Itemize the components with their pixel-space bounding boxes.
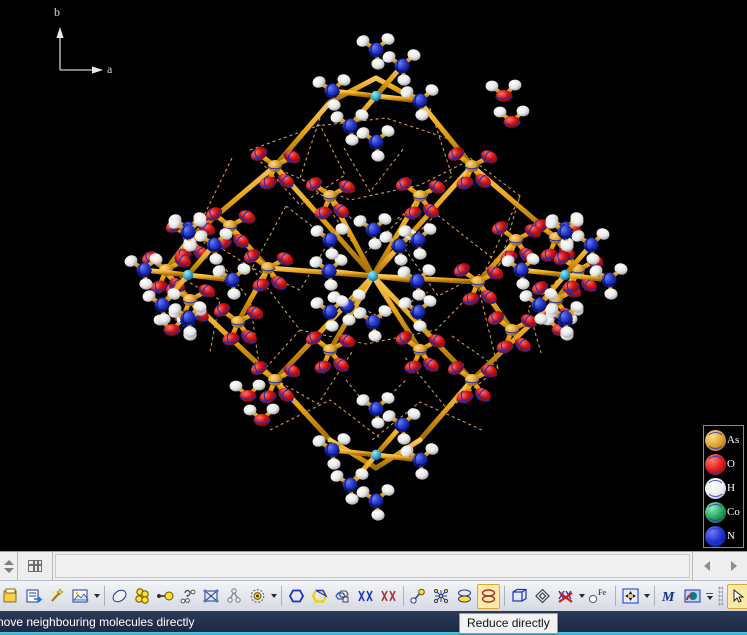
legend-item-h: H — [705, 476, 743, 500]
select-tool-button[interactable] — [727, 584, 747, 609]
reduce-directly-button[interactable] — [477, 584, 500, 609]
sphere-n-icon — [705, 526, 726, 547]
sphere-h-icon — [705, 478, 726, 499]
element-fe-button[interactable]: Fe — [587, 585, 611, 608]
fragment-button[interactable] — [224, 585, 245, 608]
history-spinner[interactable] — [0, 552, 18, 580]
main-toolbar: Fe M — [0, 580, 747, 611]
toolbar-separator — [654, 586, 655, 606]
target-button[interactable] — [247, 585, 268, 608]
spheres-button[interactable] — [132, 585, 153, 608]
cross-pattern-red-button[interactable] — [378, 585, 399, 608]
stack-rings-button[interactable] — [332, 585, 353, 608]
sphere-co-icon — [705, 502, 726, 523]
toolbar-separator — [615, 586, 616, 606]
chevron-down-icon — [579, 594, 585, 598]
tooltip-text: Reduce directly — [467, 616, 550, 630]
overflow-line-icon — [706, 593, 713, 594]
legend-label-as: As — [727, 435, 739, 446]
axis-label-b: b — [54, 5, 60, 20]
status-bar: nove neighbouring molecules directly — [0, 611, 747, 632]
magic-wand-button[interactable] — [47, 585, 68, 608]
command-bar — [0, 551, 747, 580]
command-input[interactable] — [55, 554, 690, 578]
status-message: nove neighbouring molecules directly — [0, 615, 194, 629]
cross-pattern-blue-button[interactable] — [355, 585, 376, 608]
grid-view-button[interactable] — [18, 552, 53, 580]
remove-symmetry-dropdown[interactable] — [577, 585, 586, 608]
open-file-button[interactable] — [1, 585, 22, 608]
svg-text:M: M — [661, 590, 675, 604]
command-nav-arrows[interactable] — [692, 552, 747, 580]
query-atoms-button[interactable] — [178, 585, 199, 608]
remove-symmetry-button[interactable] — [555, 585, 576, 608]
hexagon-blue-button[interactable] — [286, 585, 307, 608]
navigate-button[interactable] — [620, 585, 641, 608]
svg-text:Fe: Fe — [598, 588, 606, 597]
picture-dropdown[interactable] — [92, 585, 101, 608]
tooltip: Reduce directly — [459, 613, 558, 634]
navigate-dropdown[interactable] — [642, 585, 651, 608]
legend-label-h: H — [727, 483, 735, 494]
export-button[interactable] — [24, 585, 45, 608]
symmetry-button[interactable] — [532, 585, 553, 608]
legend-label-co: Co — [727, 507, 740, 518]
toolbar-separator — [504, 586, 505, 606]
mask-button[interactable]: M — [659, 585, 680, 608]
ellipsoid-button[interactable] — [109, 585, 130, 608]
ball-stick-button[interactable] — [155, 585, 176, 608]
grow-button[interactable] — [408, 585, 429, 608]
toolbar-grip[interactable] — [718, 586, 723, 606]
unit-cell-button[interactable] — [509, 585, 530, 608]
molecule-3d-viewport[interactable]: b a As O H Co N — [0, 0, 747, 551]
toolbar-overflow-button[interactable] — [704, 585, 715, 608]
colour-scheme-button[interactable] — [682, 585, 703, 608]
spinner-down-icon[interactable] — [4, 568, 14, 573]
nav-forward-icon[interactable] — [731, 561, 737, 571]
application-window: b a As O H Co N — [0, 0, 747, 635]
chevron-down-icon — [94, 594, 100, 598]
sphere-as-icon — [705, 430, 726, 451]
spinner-up-icon[interactable] — [4, 560, 14, 565]
nav-back-icon[interactable] — [704, 561, 710, 571]
crystal-axis-indicator: b a — [40, 8, 150, 83]
toolbar-separator — [403, 586, 404, 606]
axis-label-a: a — [107, 62, 112, 77]
sphere-o-icon — [705, 454, 726, 475]
toolbar-separator — [281, 586, 282, 606]
chevron-down-icon — [271, 594, 277, 598]
legend-item-as: As — [705, 428, 743, 452]
hexagon-yellow-button[interactable] — [309, 585, 330, 608]
pack-button[interactable] — [431, 585, 452, 608]
legend-label-n: N — [727, 531, 735, 542]
legend-item-co: Co — [705, 500, 743, 524]
grid-icon — [28, 560, 42, 572]
picture-button[interactable] — [70, 585, 91, 608]
legend-item-n: N — [705, 524, 743, 548]
legend-label-o: O — [727, 459, 735, 470]
chevron-down-icon — [644, 594, 650, 598]
element-legend: As O H Co N — [703, 425, 744, 548]
reduce-button[interactable] — [454, 585, 475, 608]
toolbar-separator — [104, 586, 105, 606]
target-dropdown[interactable] — [269, 585, 278, 608]
overflow-chevron-icon — [707, 596, 713, 600]
legend-item-o: O — [705, 452, 743, 476]
wireframe-button[interactable] — [201, 585, 222, 608]
